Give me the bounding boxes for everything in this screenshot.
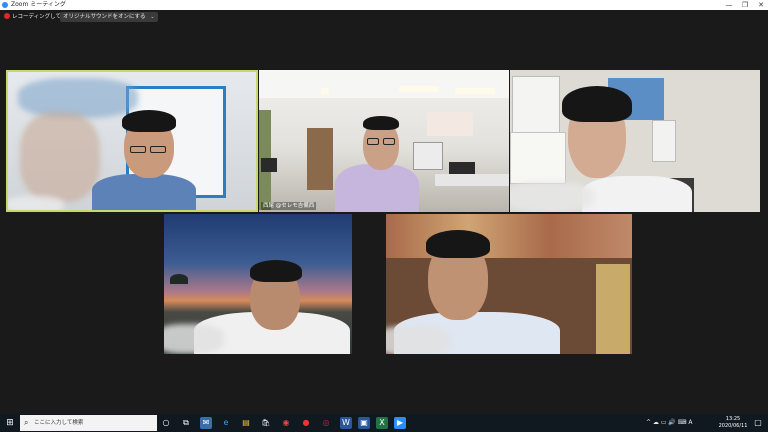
- tree-silhouette: [170, 274, 188, 284]
- window-title-bar: Zoom ミーティング — ❐ ✕: [0, 0, 768, 10]
- wall-paper: [510, 132, 566, 184]
- window-title: Zoom ミーティング: [11, 1, 66, 8]
- participant-hair: [426, 230, 490, 258]
- blurred-region: [18, 78, 138, 118]
- search-icon: ⌕: [24, 418, 29, 427]
- glasses-icon: [367, 138, 379, 145]
- ceiling-light: [455, 88, 495, 94]
- system-tray[interactable]: ^ ☁ ▭ 🔊 ⌨ A: [646, 414, 692, 432]
- mail-icon[interactable]: ✉: [200, 417, 212, 429]
- blurred-nametag: [510, 182, 594, 212]
- file-explorer-icon[interactable]: ▤: [240, 417, 252, 429]
- opera-icon[interactable]: ●: [300, 417, 312, 429]
- store-icon[interactable]: 🛍: [260, 417, 272, 429]
- video-tile-3[interactable]: [510, 70, 760, 212]
- video-tile-5[interactable]: [386, 214, 632, 354]
- clock-time: 13:25: [725, 416, 741, 422]
- search-placeholder: ここに入力して検索: [34, 420, 84, 426]
- participant-body: [582, 176, 692, 212]
- video-tile-4[interactable]: [164, 214, 352, 354]
- start-button[interactable]: ⊞: [0, 414, 20, 432]
- zoom-app-icon: [2, 2, 8, 8]
- video-tile-1[interactable]: [6, 70, 258, 212]
- app-icon[interactable]: ▣: [358, 417, 370, 429]
- ceiling-banners: [386, 214, 632, 258]
- participant-hair: [250, 260, 302, 282]
- blurred-nametag: [386, 326, 450, 354]
- minimize-button[interactable]: —: [722, 0, 736, 10]
- glasses-icon: [150, 146, 166, 153]
- ceiling-light: [399, 86, 439, 92]
- video-tile-2[interactable]: 西尾 @セレモ吉備西: [259, 70, 509, 212]
- participant-body: [92, 174, 196, 210]
- clock-date: 2020/06/11: [718, 423, 748, 429]
- taskbar-clock[interactable]: 13:25 2020/06/11: [716, 416, 750, 430]
- cortana-icon[interactable]: ○: [160, 417, 172, 429]
- desk: [435, 174, 509, 186]
- participant-nametag: 西尾 @セレモ吉備西: [261, 202, 317, 210]
- excel-icon[interactable]: X: [376, 417, 388, 429]
- chevron-down-icon[interactable]: ⌄: [150, 14, 154, 20]
- blurred-region: [20, 112, 100, 202]
- wall-calendar: [512, 76, 560, 140]
- wall-calendar: [652, 120, 676, 162]
- whiteboard: [413, 142, 443, 170]
- participant-hair: [363, 116, 399, 130]
- maximize-button[interactable]: ❐: [738, 0, 752, 10]
- notification-icon[interactable]: ▢: [752, 417, 764, 429]
- ceiling-light: [321, 88, 329, 94]
- word-icon[interactable]: W: [340, 417, 352, 429]
- glasses-icon: [130, 146, 146, 153]
- recording-icon: [4, 13, 10, 19]
- monitor: [261, 158, 277, 172]
- edge-icon[interactable]: e: [220, 417, 232, 429]
- original-sound-button[interactable]: オリジナルサウンドをオンにする ⌄: [60, 12, 158, 22]
- participant-hair: [122, 110, 176, 132]
- windows-taskbar: ⊞ ⌕ ここに入力して検索 ○ ⧉ ✉ e ▤ 🛍 ◉ ● ◎ W ▣ X ▶ …: [0, 414, 768, 432]
- bookshelf: [596, 264, 630, 354]
- zoom-taskbar-icon[interactable]: ▶: [394, 417, 406, 429]
- chrome-icon[interactable]: ◉: [280, 417, 292, 429]
- taskbar-search[interactable]: ⌕ ここに入力して検索: [20, 415, 157, 431]
- participant-body: [335, 164, 419, 212]
- blurred-nametag: [8, 196, 64, 210]
- original-sound-label: オリジナルサウンドをオンにする: [63, 14, 146, 20]
- close-button[interactable]: ✕: [754, 0, 768, 10]
- wall-poster: [427, 112, 473, 136]
- participant-hair: [562, 86, 632, 122]
- glasses-icon: [383, 138, 395, 145]
- blurred-nametag: [164, 324, 224, 354]
- door: [307, 128, 333, 190]
- task-view-icon[interactable]: ⧉: [180, 417, 192, 429]
- app-icon[interactable]: ◎: [320, 417, 332, 429]
